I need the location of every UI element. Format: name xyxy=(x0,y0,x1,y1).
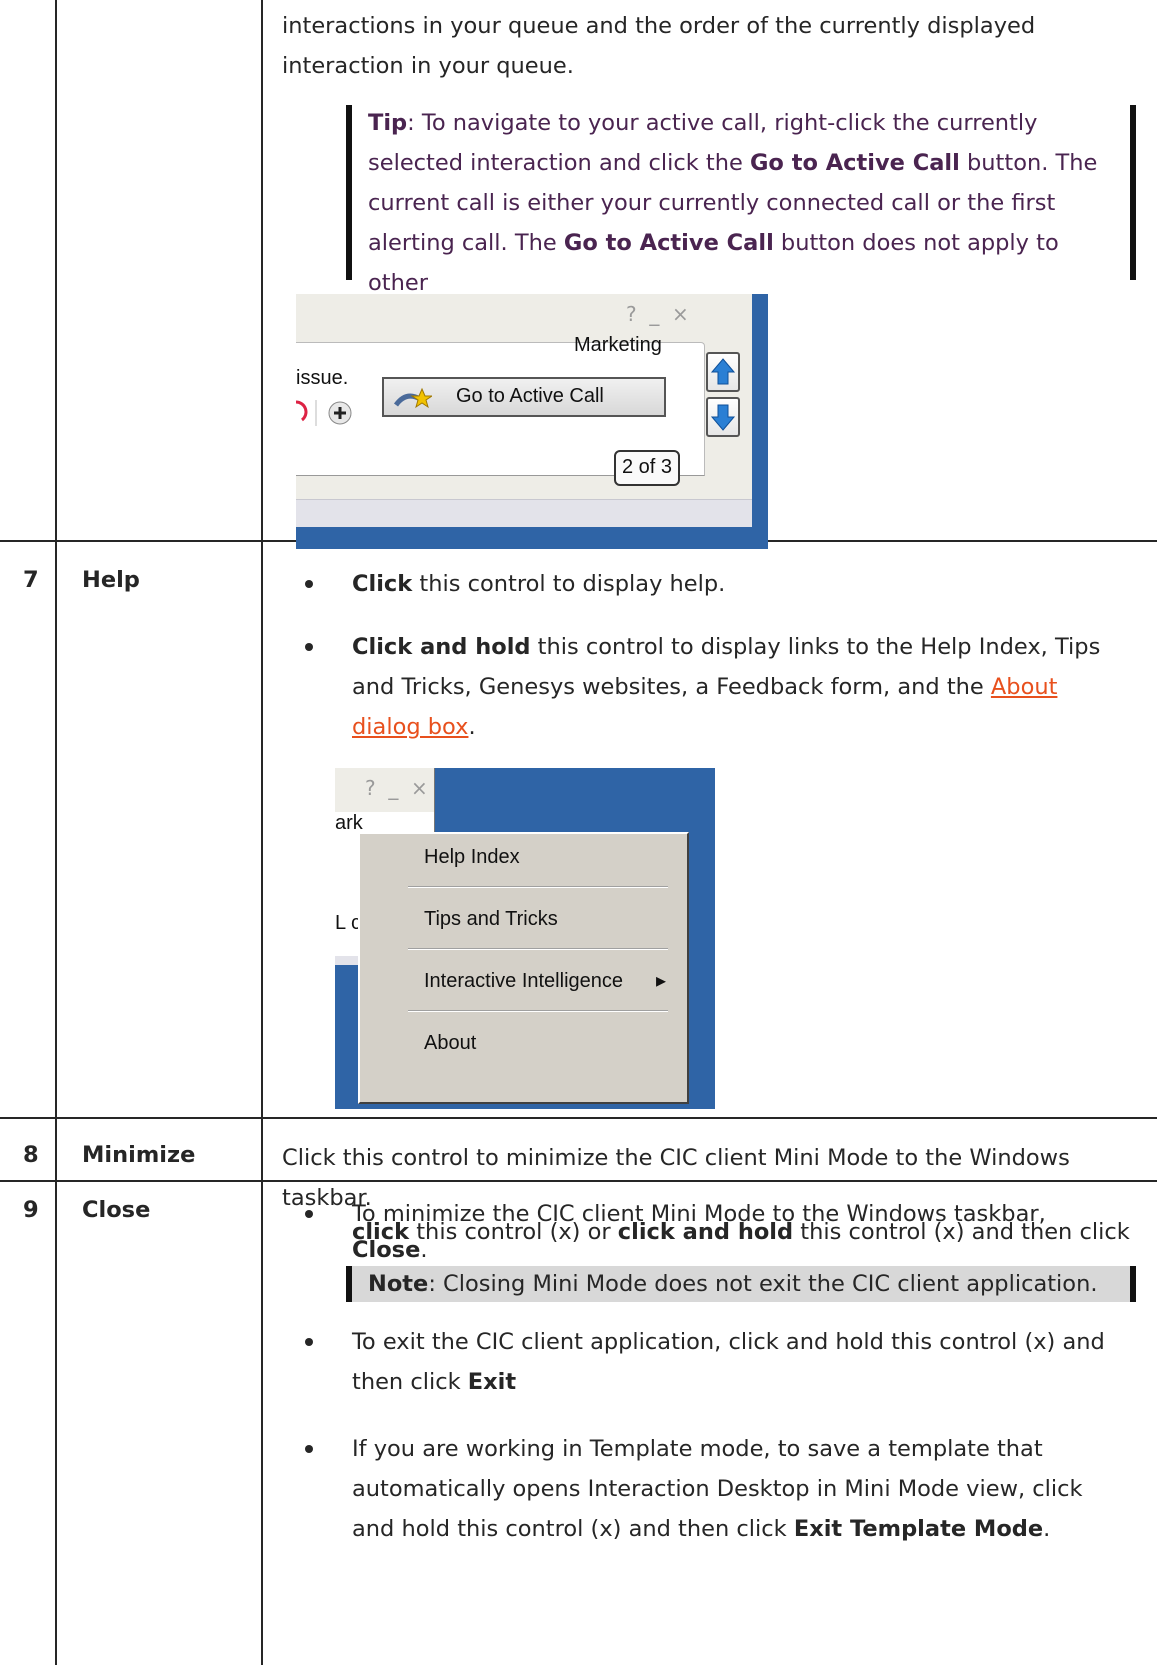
note-label: Note xyxy=(368,1271,429,1297)
go-to-active-call-screenshot: ? _ × Marketing issue. Go to Active Call… xyxy=(296,294,768,549)
menu-item-about[interactable]: About xyxy=(424,1032,476,1055)
marketing-label: Marketing xyxy=(574,334,662,356)
about-dialog-link[interactable]: About xyxy=(991,674,1058,700)
row9-bullet-2 xyxy=(305,1338,313,1346)
window-controls: ? _ × xyxy=(365,776,428,800)
go-to-active-call-button[interactable]: Go to Active Call xyxy=(382,377,666,417)
panel-footer xyxy=(296,499,752,527)
row9-bullet-3-line1: If you are working in Template mode, to … xyxy=(352,1436,1043,1462)
queue-position-counter: 2 of 3 xyxy=(614,450,680,486)
row7-bullet-2-line1: Click and hold this control to display l… xyxy=(352,634,1101,660)
tip-left-bar xyxy=(346,105,352,280)
menu-item-tips-and-tricks[interactable]: Tips and Tricks xyxy=(424,908,558,931)
row-divider-8-9 xyxy=(0,1180,1157,1182)
tip-right-bar xyxy=(1130,105,1136,280)
submenu-arrow-icon: ▸ xyxy=(656,970,667,992)
row7-bullet-2-line3: dialog box. xyxy=(352,714,476,740)
toolbar-icons xyxy=(296,400,352,426)
previous-interaction-button[interactable] xyxy=(706,352,740,392)
tip-callout: Tip: To navigate to your active call, ri… xyxy=(346,105,1136,336)
note-left-bar xyxy=(346,1266,352,1302)
row9-bullet-2-line2: then click Exit xyxy=(352,1369,517,1395)
help-context-menu: Help Index Tips and Tricks Interactive I… xyxy=(358,832,689,1104)
up-arrow-icon xyxy=(710,358,736,385)
menu-separator xyxy=(408,1010,668,1012)
phone-star-icon xyxy=(393,387,432,409)
help-document-table: interactions in your queue and the order… xyxy=(0,0,1157,1665)
row8-number: 8 xyxy=(23,1142,39,1168)
row7-control-name: Help xyxy=(82,567,140,593)
row7-number: 7 xyxy=(23,567,39,593)
row7-bullet-2-line2: and Tricks, Genesys websites, a Feedback… xyxy=(352,674,1058,700)
about-dialog-link-cont[interactable]: dialog box xyxy=(352,714,468,740)
row9-number: 9 xyxy=(23,1197,39,1223)
help-menu-screenshot: ? _ × ark L c Help Index Tips and Tricks… xyxy=(335,768,715,1109)
note-callout: Note: Closing Mini Mode does not exit th… xyxy=(346,1266,1136,1302)
row9-bullet-3 xyxy=(305,1445,313,1453)
next-interaction-button[interactable] xyxy=(706,397,740,437)
row7-bullet-1 xyxy=(305,580,313,588)
note-text: Note: Closing Mini Mode does not exit th… xyxy=(368,1271,1098,1297)
row-divider-7-8 xyxy=(0,1117,1157,1119)
down-arrow-icon xyxy=(710,404,736,431)
issue-text: issue. xyxy=(296,367,349,389)
row7-bullet-2 xyxy=(305,643,313,651)
menu-item-help-index[interactable]: Help Index xyxy=(424,846,520,869)
row9-bullet-2-line1: To exit the CIC client application, clic… xyxy=(352,1329,1105,1355)
tip-label: Tip xyxy=(368,110,408,136)
note-right-bar xyxy=(1130,1266,1136,1302)
row9-bullet-1 xyxy=(305,1210,313,1218)
menu-separator xyxy=(408,886,668,888)
row9-control-name: Close xyxy=(82,1197,151,1223)
row6-desc-line2: interaction in your queue. xyxy=(282,53,574,79)
row9-bullet-3-line2: automatically opens Interaction Desktop … xyxy=(352,1476,1083,1502)
table-border-col2 xyxy=(261,0,263,1665)
row6-desc-line1: interactions in your queue and the order… xyxy=(282,13,1036,39)
row9-bullet-1-line2: click this control (x) or click and hold… xyxy=(352,1219,1130,1245)
go-to-active-call-label: Go to Active Call xyxy=(456,385,604,407)
row8-desc-line1: Click this control to minimize the CIC c… xyxy=(282,1145,1070,1171)
table-border-left xyxy=(55,0,57,1665)
menu-separator xyxy=(408,948,668,950)
window-controls: ? _ × xyxy=(626,302,689,326)
row9-bullet-3-line3: and hold this control (x) and then click… xyxy=(352,1516,1051,1542)
row8-control-name: Minimize xyxy=(82,1142,196,1168)
menu-item-interactive-intelligence[interactable]: Interactive Intelligence xyxy=(424,970,623,993)
row7-bullet-1-text: Click this control to display help. xyxy=(352,571,726,597)
